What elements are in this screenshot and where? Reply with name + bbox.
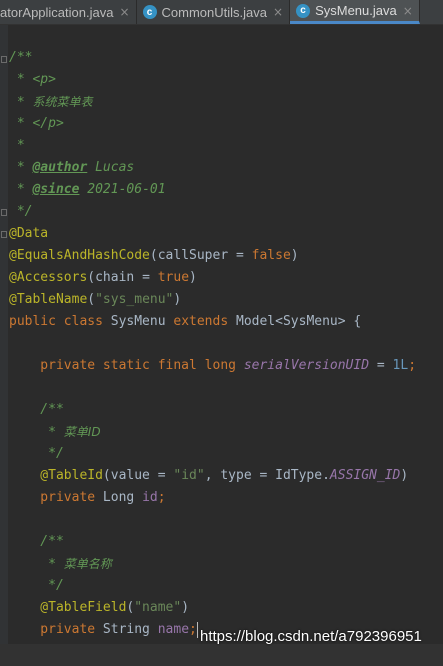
code-line-1[interactable]: /** <box>9 47 32 69</box>
fold-marker-icon[interactable] <box>1 56 7 63</box>
code-line-7[interactable]: * @since 2021-06-01 <box>9 179 166 201</box>
class-icon: c <box>296 3 311 18</box>
code-editor[interactable]: /** * <p> * 系统菜单表 * </p> * * @author Luc… <box>0 25 443 666</box>
fold-marker-icon[interactable] <box>1 231 7 238</box>
code-line-14[interactable]: private static final long serialVersionU… <box>9 355 416 377</box>
tab-generator-application[interactable]: atorApplication.java × <box>0 0 137 24</box>
tab-label: atorApplication.java <box>0 4 114 20</box>
code-line-18[interactable]: @TableId(value = "id", type = IdType.ASS… <box>9 465 408 487</box>
fold-marker-icon[interactable] <box>1 209 7 216</box>
code-line-5[interactable]: * <box>9 135 25 157</box>
code-line-23[interactable]: @TableField("name") <box>9 597 189 619</box>
code-line-20[interactable]: /** <box>9 531 64 553</box>
code-line-9[interactable]: @Data <box>9 223 48 245</box>
editor-tab-bar: atorApplication.java × c CommonUtils.jav… <box>0 0 443 25</box>
code-line-3[interactable]: * 系统菜单表 <box>9 91 93 113</box>
watermark: https://blog.csdn.net/a792396951 <box>200 628 422 645</box>
class-icon: c <box>142 5 157 19</box>
code-line-19[interactable]: private Long id; <box>9 487 165 509</box>
code-line-13[interactable]: public class SysMenu extends Model<SysMe… <box>9 311 361 333</box>
text-caret <box>196 621 198 638</box>
tab-label: SysMenu.java <box>315 3 397 18</box>
code-line-8[interactable]: */ <box>9 201 33 223</box>
code-line-24[interactable]: private String name; <box>9 619 198 641</box>
current-line-highlight <box>0 644 443 666</box>
code-line-15[interactable]: /** <box>9 399 64 421</box>
tab-label: CommonUtils.java <box>161 4 268 20</box>
code-line-16[interactable]: * 菜单ID <box>9 421 100 443</box>
code-line-22[interactable]: */ <box>9 575 64 597</box>
close-icon[interactable]: × <box>403 4 413 18</box>
code-line-4[interactable]: * </p> <box>9 113 64 135</box>
code-line-2[interactable]: * <p> <box>9 69 56 91</box>
code-line-12[interactable]: @TableName("sys_menu") <box>9 289 181 311</box>
code-line-6[interactable]: * @author Lucas <box>9 157 134 179</box>
code-line-21[interactable]: * 菜单名称 <box>9 553 112 575</box>
close-icon[interactable]: × <box>273 5 283 19</box>
close-icon[interactable]: × <box>119 5 129 19</box>
code-line-17[interactable]: */ <box>9 443 64 465</box>
tab-common-utils[interactable]: c CommonUtils.java × <box>137 0 291 24</box>
code-line-11[interactable]: @Accessors(chain = true) <box>9 267 197 289</box>
code-line-10[interactable]: @EqualsAndHashCode(callSuper = false) <box>9 245 299 267</box>
tab-sys-menu[interactable]: c SysMenu.java × <box>290 0 420 24</box>
